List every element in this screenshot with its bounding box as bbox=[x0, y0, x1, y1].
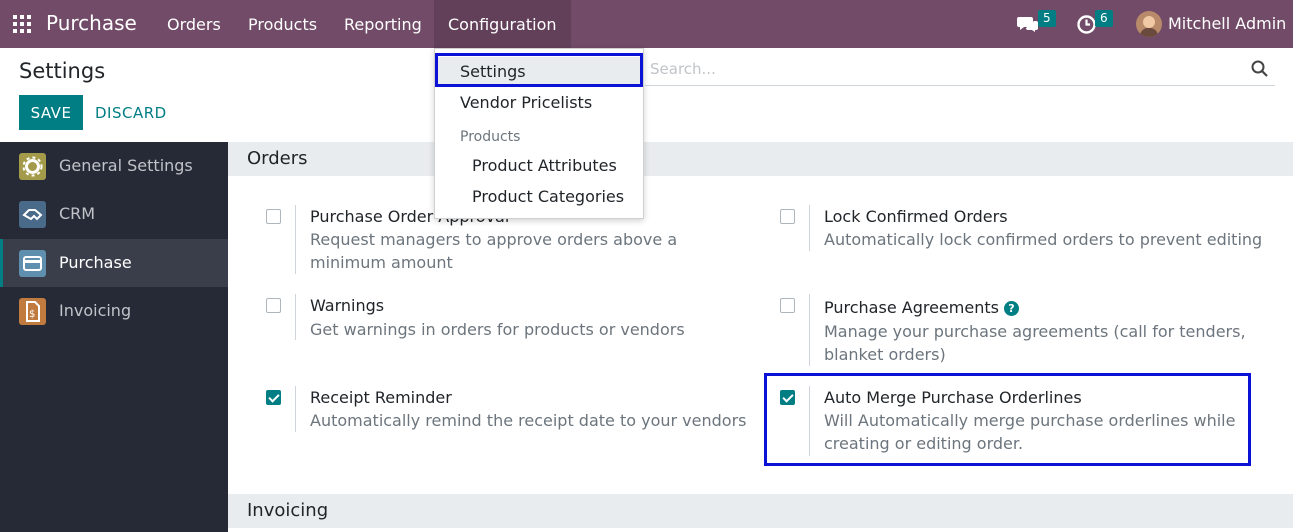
agreements-checkbox[interactable] bbox=[780, 298, 795, 313]
menu-configuration[interactable]: Configuration bbox=[434, 0, 571, 48]
user-avatar[interactable] bbox=[1136, 11, 1162, 37]
divider bbox=[809, 205, 810, 251]
discard-button[interactable]: DISCARD bbox=[95, 95, 167, 130]
divider bbox=[295, 294, 296, 340]
auto-merge-title: Auto Merge Purchase Orderlines bbox=[824, 388, 1082, 407]
receipt-reminder-title: Receipt Reminder bbox=[310, 388, 452, 407]
dropdown-header-products: Products bbox=[460, 129, 521, 145]
warnings-checkbox[interactable] bbox=[266, 298, 281, 313]
dropdown-item-product-categories[interactable]: Product Categories bbox=[472, 187, 624, 206]
warnings-desc: Get warnings in orders for products or v… bbox=[310, 320, 685, 339]
receipt-reminder-desc: Automatically remind the receipt date to… bbox=[310, 411, 747, 430]
svg-text:$: $ bbox=[29, 309, 35, 320]
section-invoicing-header: Invoicing bbox=[228, 494, 1293, 528]
settings-sidebar: General Settings CRM Purchase $ Invoicin… bbox=[0, 142, 228, 532]
menu-products[interactable]: Products bbox=[234, 0, 331, 48]
top-navbar: Purchase Orders Products Reporting Confi… bbox=[0, 0, 1293, 48]
lock-orders-title: Lock Confirmed Orders bbox=[824, 207, 1008, 226]
chat-icon bbox=[1017, 17, 1038, 32]
sidebar-item-label: Purchase bbox=[59, 253, 132, 272]
search-bar[interactable]: Search... bbox=[645, 54, 1275, 86]
user-menu[interactable]: Mitchell Admin bbox=[1168, 14, 1286, 33]
save-button[interactable]: SAVE bbox=[19, 95, 83, 130]
gear-icon bbox=[19, 153, 46, 180]
sidebar-item-general-settings[interactable]: General Settings bbox=[0, 142, 228, 190]
po-approval-desc: Request managers to approve orders above… bbox=[310, 230, 678, 272]
agreements-title: Purchase Agreements bbox=[824, 298, 999, 317]
invoice-icon: $ bbox=[19, 298, 46, 325]
configuration-dropdown: Settings Vendor Pricelists Products Prod… bbox=[434, 48, 644, 219]
activities-count-badge: 6 bbox=[1095, 10, 1113, 27]
sidebar-item-label: General Settings bbox=[59, 156, 193, 175]
po-approval-checkbox[interactable] bbox=[266, 209, 281, 224]
menu-reporting[interactable]: Reporting bbox=[330, 0, 436, 48]
lock-orders-checkbox[interactable] bbox=[780, 209, 795, 224]
auto-merge-checkbox[interactable] bbox=[780, 390, 795, 405]
dropdown-item-settings[interactable]: Settings bbox=[438, 57, 642, 85]
page-title: Settings bbox=[19, 59, 106, 83]
warnings-title: Warnings bbox=[310, 296, 385, 315]
credit-card-icon bbox=[19, 250, 46, 277]
sidebar-item-invoicing[interactable]: $ Invoicing bbox=[0, 287, 228, 335]
divider bbox=[295, 386, 296, 432]
handshake-icon bbox=[19, 201, 46, 228]
sidebar-item-purchase[interactable]: Purchase bbox=[0, 239, 228, 287]
messages-button[interactable] bbox=[1017, 0, 1039, 48]
search-icon[interactable] bbox=[1251, 60, 1269, 78]
apps-grid-icon[interactable] bbox=[13, 15, 31, 33]
agreements-desc: Manage your purchase agreements (call fo… bbox=[824, 322, 1246, 364]
messages-count-badge: 5 bbox=[1038, 10, 1056, 27]
auto-merge-desc: Will Automatically merge purchase orderl… bbox=[824, 411, 1236, 453]
activities-button[interactable] bbox=[1077, 0, 1096, 48]
divider bbox=[295, 205, 296, 274]
menu-orders[interactable]: Orders bbox=[153, 0, 235, 48]
dropdown-item-vendor-pricelists[interactable]: Vendor Pricelists bbox=[460, 93, 592, 112]
app-brand[interactable]: Purchase bbox=[46, 11, 137, 35]
sidebar-item-label: Invoicing bbox=[59, 301, 132, 320]
sidebar-item-crm[interactable]: CRM bbox=[0, 190, 228, 238]
clock-icon bbox=[1077, 14, 1096, 34]
dropdown-item-product-attributes[interactable]: Product Attributes bbox=[472, 156, 617, 175]
lock-orders-desc: Automatically lock confirmed orders to p… bbox=[824, 230, 1263, 249]
section-orders-header: Orders bbox=[228, 142, 1293, 176]
divider bbox=[809, 294, 810, 366]
receipt-reminder-checkbox[interactable] bbox=[266, 390, 281, 405]
divider bbox=[809, 386, 810, 456]
search-input[interactable]: Search... bbox=[650, 60, 716, 78]
sidebar-item-label: CRM bbox=[59, 204, 96, 223]
help-icon[interactable]: ? bbox=[1003, 301, 1019, 316]
agreements-title-row: Purchase Agreements? bbox=[824, 298, 1019, 317]
